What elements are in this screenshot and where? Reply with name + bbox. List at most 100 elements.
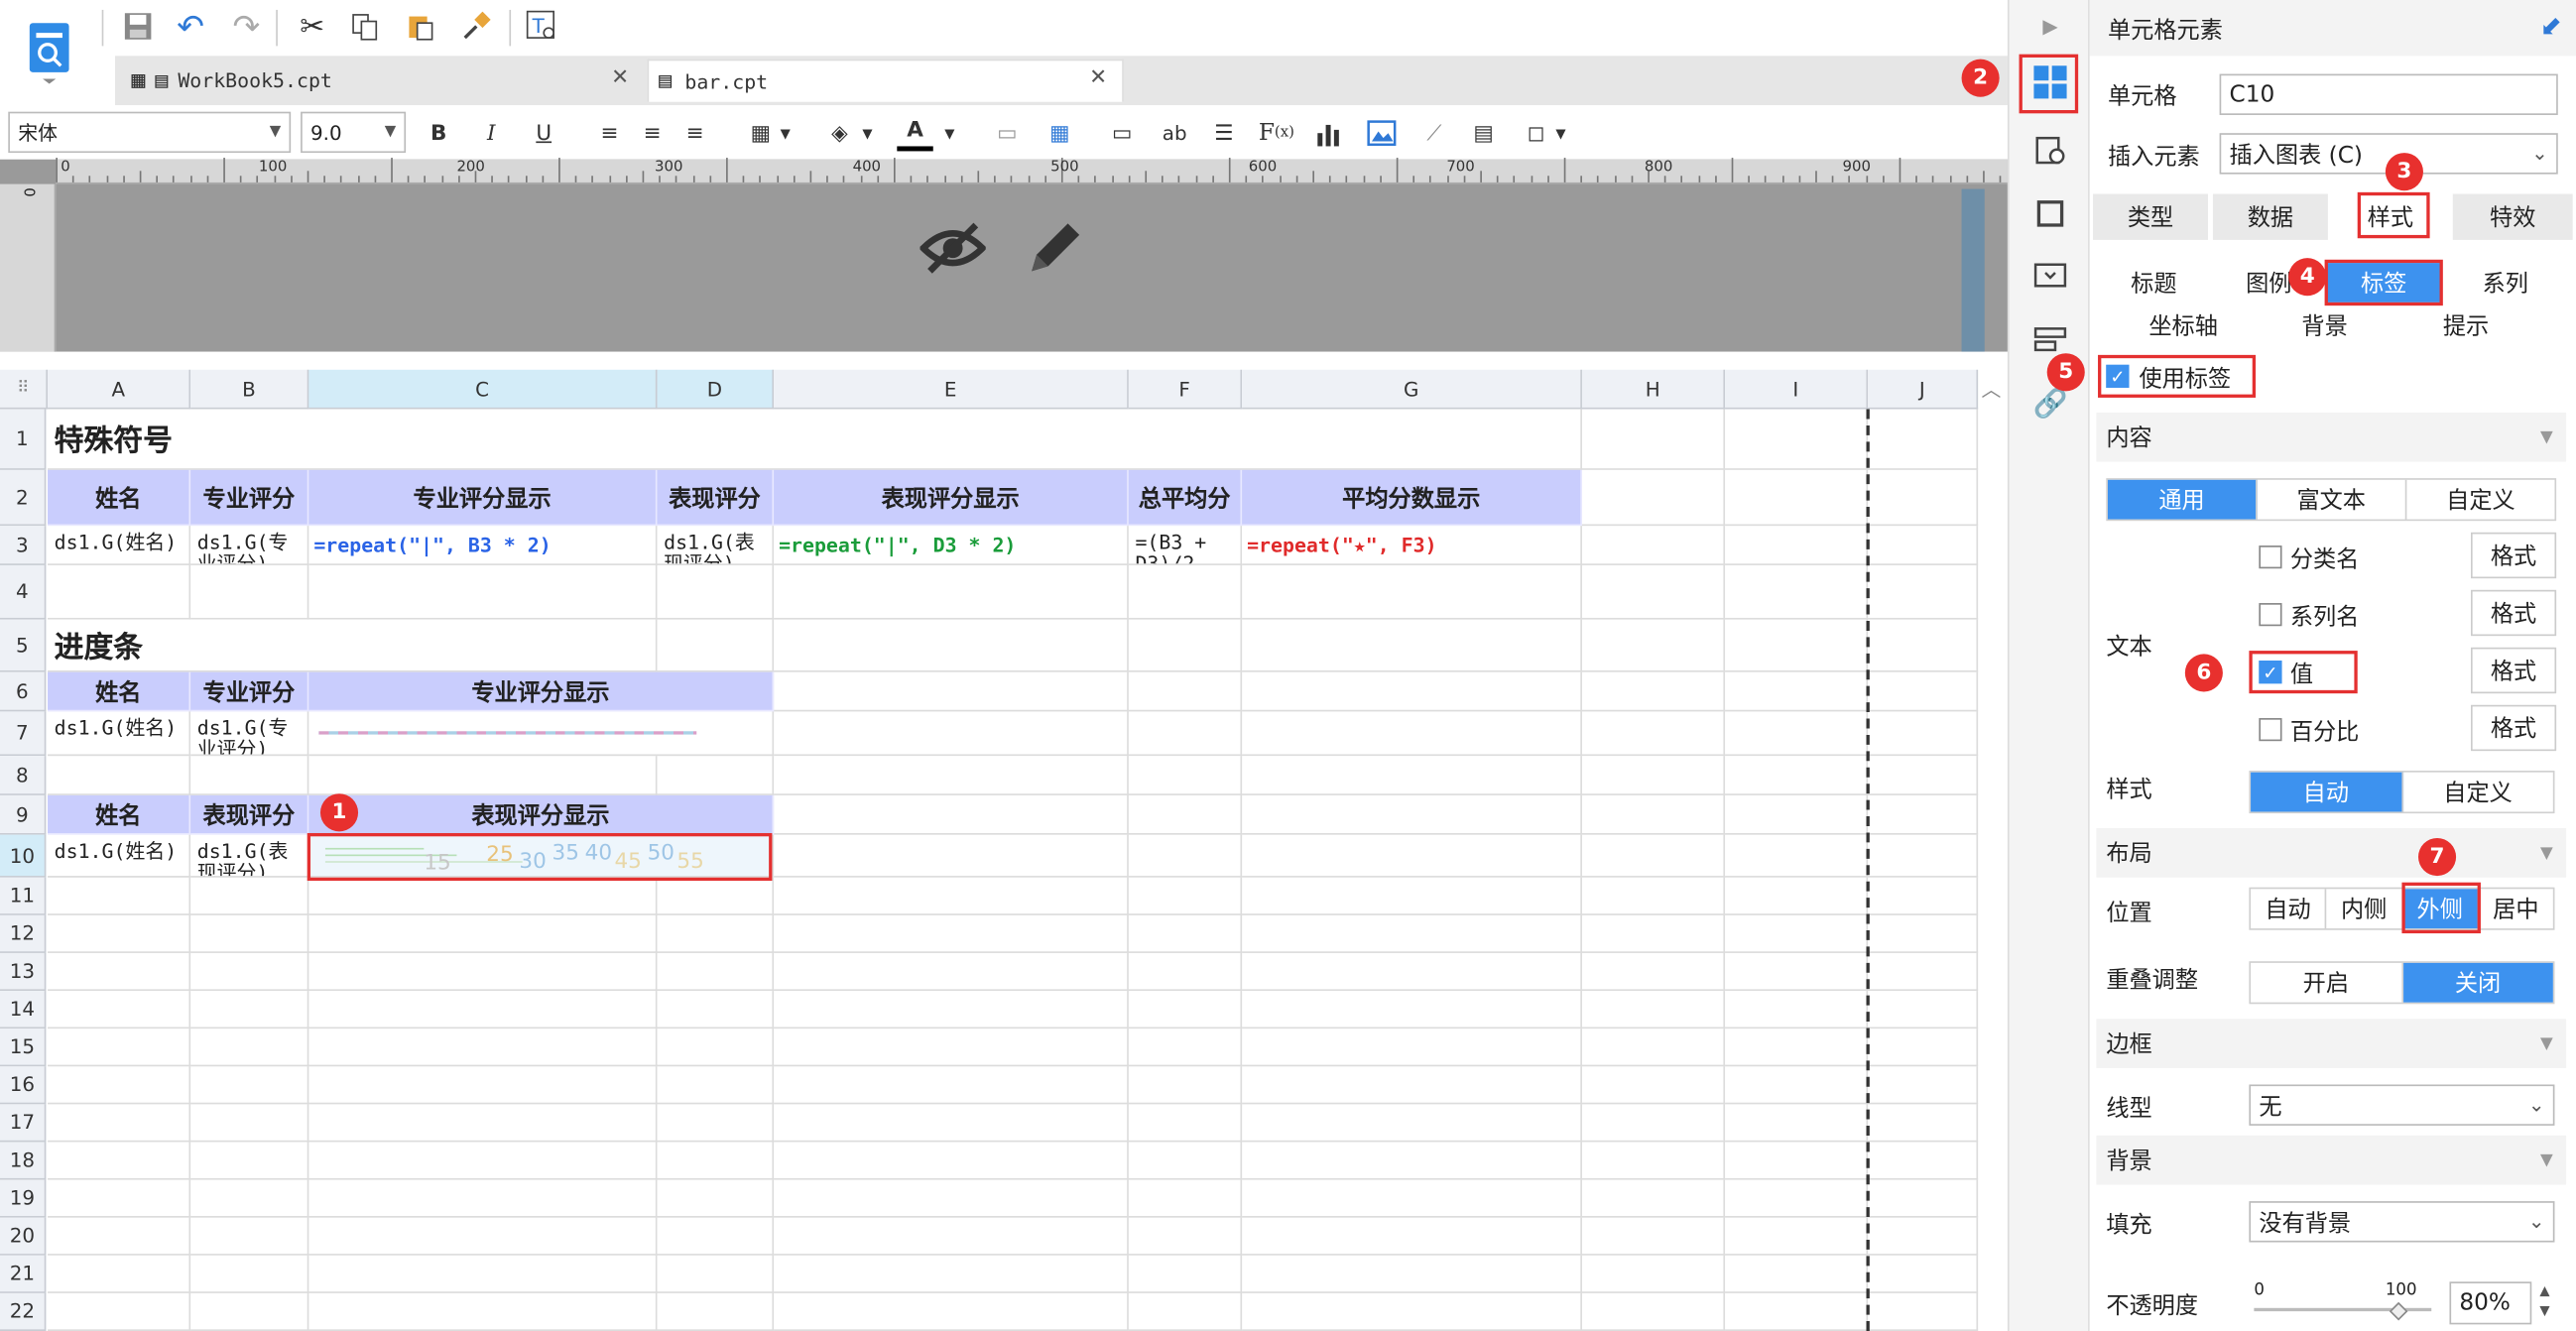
position-center[interactable]: 居中 [2479, 889, 2553, 928]
border-icon[interactable]: ▦ [743, 115, 779, 151]
align-left-icon[interactable]: ≡ [591, 115, 627, 151]
content-mode-richtext[interactable]: 富文本 [2258, 479, 2407, 520]
grid-cell[interactable] [1725, 469, 1869, 527]
grid-cell[interactable] [1242, 1255, 1582, 1293]
subtab-background[interactable]: 背景 [2254, 305, 2394, 345]
style-mode-custom[interactable]: 自定义 [2402, 773, 2553, 812]
redo-icon[interactable]: ↷ [227, 7, 267, 47]
grid-cell[interactable] [1242, 711, 1582, 757]
grid-cell[interactable] [774, 1142, 1129, 1180]
series-name-checkbox[interactable] [2259, 603, 2282, 627]
grid-cell[interactable] [308, 1104, 658, 1143]
row-header-17[interactable]: 17 [0, 1104, 47, 1143]
grid-cell[interactable] [48, 1028, 191, 1067]
section-content[interactable]: 内容 ▼ [2096, 412, 2567, 462]
row-header-6[interactable]: 6 [0, 671, 47, 712]
perf-score-header[interactable]: 表现评分 [657, 469, 775, 527]
grid-cell[interactable] [657, 1179, 775, 1218]
grid-cell[interactable] [308, 564, 658, 620]
row-header-3[interactable]: 3 [0, 526, 47, 565]
grid-cell[interactable] [1242, 564, 1582, 620]
text-search-icon[interactable]: T [523, 7, 562, 47]
app-menu-icon[interactable] [17, 10, 82, 92]
grid-cell[interactable] [774, 564, 1129, 620]
grid-cell[interactable] [48, 877, 191, 915]
pro-display-header[interactable]: 专业评分显示 [308, 469, 658, 527]
grid-cell[interactable] [774, 1179, 1129, 1218]
grid-cell[interactable] [1725, 1104, 1869, 1143]
merge-cells-icon[interactable]: ▭ [989, 115, 1025, 151]
overlap-toggle[interactable]: 开启 关闭 [2249, 961, 2555, 1005]
row-header-8[interactable]: 8 [0, 756, 47, 795]
grid-cell[interactable] [1868, 711, 1979, 757]
cut-icon[interactable]: ✂ [293, 7, 332, 47]
chevron-down-icon[interactable]: ▼ [1551, 115, 1571, 151]
chevron-down-icon[interactable]: ▼ [776, 115, 796, 151]
grid-cell[interactable] [1581, 756, 1726, 795]
grid-cell[interactable] [1128, 1292, 1243, 1331]
grid-cell[interactable] [1128, 1066, 1243, 1105]
grid-cell[interactable] [1242, 914, 1582, 953]
pro-bar-cell[interactable] [308, 711, 775, 757]
grid-cell[interactable] [1868, 914, 1979, 953]
grid-cell[interactable] [308, 1255, 658, 1293]
bar-chart-icon[interactable] [1311, 115, 1347, 151]
cell-field[interactable]: C10 [2219, 73, 2558, 115]
grid-cell[interactable] [774, 834, 1129, 878]
tab-bar-cpt[interactable]: ▤ bar.cpt [647, 59, 1124, 102]
fill-select[interactable]: 没有背景 ⌄ [2249, 1201, 2555, 1243]
grid-cell[interactable] [1128, 1142, 1243, 1180]
grid-cell[interactable] [657, 1142, 775, 1180]
grid-cell[interactable] [1725, 952, 1869, 992]
bold-icon[interactable]: B [421, 115, 456, 151]
tab-workbook5[interactable]: ▦ ▤ WorkBook5.cpt [124, 59, 645, 102]
row-header-2[interactable]: 2 [0, 469, 47, 527]
grid-cell[interactable] [657, 1292, 775, 1331]
grid-cell[interactable] [1128, 877, 1243, 915]
grid-cell[interactable] [1581, 1066, 1726, 1105]
paragraph-icon[interactable]: ☰ [1206, 115, 1242, 151]
pro-score-header[interactable]: 专业评分 [190, 469, 309, 527]
grid-cell[interactable] [1725, 1142, 1869, 1180]
grid-cell[interactable] [1128, 619, 1243, 672]
grid-cell[interactable] [48, 1255, 191, 1293]
italic-icon[interactable]: I [473, 115, 509, 151]
grid-cell[interactable] [1128, 1028, 1243, 1067]
chevron-down-icon[interactable]: ▼ [858, 115, 878, 151]
grid-cell[interactable] [1725, 711, 1869, 757]
grid-cell[interactable] [1581, 564, 1726, 620]
tab-data[interactable]: 数据 [2212, 193, 2328, 240]
grid-cell[interactable] [48, 1217, 191, 1256]
grid-cell[interactable] [1725, 564, 1869, 620]
formula-icon[interactable]: F (x) [1259, 115, 1294, 151]
grid-cell[interactable] [1128, 1217, 1243, 1256]
grid-cell[interactable] [1868, 1142, 1979, 1180]
position-inside[interactable]: 内侧 [2327, 889, 2403, 929]
grid-cell[interactable] [308, 952, 658, 992]
grid-cell[interactable] [1581, 469, 1726, 527]
grid-cell[interactable] [1725, 1292, 1869, 1331]
grid-cell[interactable] [1868, 1179, 1979, 1218]
grid-cell[interactable] [1725, 834, 1869, 878]
sub-report-icon[interactable]: ▤ [1465, 115, 1501, 151]
select-all-corner[interactable]: ⠿ [0, 369, 49, 410]
grid-cell[interactable] [190, 1142, 309, 1180]
grid-cell[interactable] [308, 1217, 658, 1256]
subtab-tooltip[interactable]: 提示 [2395, 305, 2536, 345]
opacity-spinner[interactable]: ▲ ▼ [2535, 1281, 2555, 1324]
grid-cell[interactable] [1242, 1066, 1582, 1105]
cell-attribute-icon[interactable] [2030, 132, 2070, 172]
grid-cell[interactable] [774, 1255, 1129, 1293]
perf-display-header[interactable]: 表现评分显示 [308, 794, 775, 835]
grid-cell[interactable] [774, 1028, 1129, 1067]
grid-cell[interactable] [1725, 619, 1869, 672]
widget-icon[interactable] [2030, 194, 2070, 234]
column-header-i[interactable]: I [1725, 369, 1869, 410]
grid-cell[interactable] [1581, 526, 1726, 565]
paste-icon[interactable] [401, 7, 440, 47]
row-header-1[interactable]: 1 [0, 409, 47, 470]
grid-cell[interactable] [657, 619, 775, 672]
section-border[interactable]: 边框 ▼ [2096, 1019, 2567, 1068]
grid-cell[interactable] [1581, 1142, 1726, 1180]
grid-cell[interactable] [308, 1142, 658, 1180]
